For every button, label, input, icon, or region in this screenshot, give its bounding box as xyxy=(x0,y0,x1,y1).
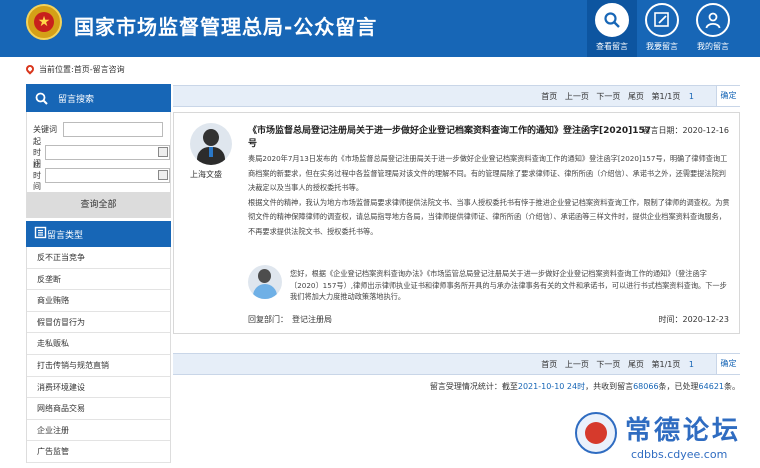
category-panel-header: 留言类型 xyxy=(26,221,171,247)
next-page-link[interactable]: 下一页 xyxy=(596,92,620,101)
stats-suffix: 条。 xyxy=(724,382,740,391)
view-messages-button[interactable]: 查看留言 xyxy=(587,0,637,57)
stats-received-count: 68066 xyxy=(633,382,659,391)
stats-processed-count: 64621 xyxy=(698,382,724,391)
keyword-input[interactable] xyxy=(63,122,163,137)
site-header: ★ 国家市场监督管理总局-公众留言 查看留言 我要留言 我的留言 xyxy=(0,0,760,57)
national-emblem-logo: ★ xyxy=(26,4,62,40)
keyword-label: 关键词 xyxy=(33,125,57,134)
end-date-label: 止时间 xyxy=(33,160,41,191)
category-item[interactable]: 消费环境建设 xyxy=(27,377,170,399)
pager-bar-top: 首页 上一页 下一页 尾页 第1/1页 1 确定 xyxy=(173,85,740,107)
next-page-link[interactable]: 下一页 xyxy=(596,360,620,369)
avatar xyxy=(190,123,232,165)
search-panel-title: 留言搜索 xyxy=(58,94,95,105)
search-panel-header: 留言搜索 xyxy=(26,84,171,112)
reply-time: 时间：2020-12-23 xyxy=(658,315,730,324)
message-body: 奏局2020年7月13日发布的《市场监督总局登记注册局关于进一步做好企业登记档案… xyxy=(248,152,732,239)
statistics-line: 留言受理情况统计：截至2021-10-10 24时，共收到留言68066条，已处… xyxy=(430,381,740,392)
breadcrumb-text[interactable]: 当前位置:首页-留言咨询 xyxy=(39,65,125,74)
category-item[interactable]: 走私贩私 xyxy=(27,333,170,355)
sidebar: 留言搜索 关键词 起时间 止时间 查询全部 留言类型 反不正当竞争 反垄断 商业… xyxy=(26,84,171,463)
my-messages-label: 我的留言 xyxy=(697,42,729,51)
reply-avatar xyxy=(248,265,282,299)
category-item[interactable]: 假冒仿冒行为 xyxy=(27,312,170,334)
message-card: 上海文盛 《市场监督总局登记注册局关于进一步做好企业登记档案资料查询工作的通知》… xyxy=(173,112,740,334)
category-item[interactable]: 反不正当竞争 xyxy=(27,247,170,269)
first-page-link[interactable]: 首页 xyxy=(541,92,557,101)
my-messages-button[interactable]: 我的留言 xyxy=(688,0,738,57)
list-icon xyxy=(34,226,47,242)
page-number-input[interactable]: 1 xyxy=(689,92,694,101)
search-form: 关键词 起时间 止时间 xyxy=(26,112,171,192)
watermark-text: 常德论坛 xyxy=(625,416,742,446)
calendar-icon[interactable] xyxy=(158,147,168,157)
calendar-icon[interactable] xyxy=(158,170,168,180)
pager-bar-bottom: 首页 上一页 下一页 尾页 第1/1页 1 确定 xyxy=(173,353,740,375)
category-list: 反不正当竞争 反垄断 商业贿赂 假冒仿冒行为 走私贩私 打击传销与规范直销 消费… xyxy=(26,247,171,463)
prev-page-link[interactable]: 上一页 xyxy=(565,360,589,369)
confirm-button[interactable]: 确定 xyxy=(716,354,740,374)
watermark: 常德论坛 cdbbs.cdyee.com xyxy=(575,406,760,468)
category-item[interactable]: 反垄断 xyxy=(27,269,170,291)
page-number-input[interactable]: 1 xyxy=(689,360,694,369)
leave-message-button[interactable]: 我要留言 xyxy=(637,0,687,57)
first-page-link[interactable]: 首页 xyxy=(541,360,557,369)
category-item[interactable]: 企业注册 xyxy=(27,420,170,442)
view-messages-label: 查看留言 xyxy=(596,42,628,51)
category-item[interactable]: 打击传销与规范直销 xyxy=(27,355,170,377)
edit-icon xyxy=(645,3,679,37)
forum-seal-logo xyxy=(575,412,617,454)
page-info: 第1/1页 xyxy=(651,360,681,369)
location-pin-icon xyxy=(24,63,36,75)
message-paragraph: 奏局2020年7月13日发布的《市场监督总局登记注册局关于进一步做好企业登记档案… xyxy=(248,154,728,192)
last-page-link[interactable]: 尾页 xyxy=(628,92,644,101)
prev-page-link[interactable]: 上一页 xyxy=(565,92,589,101)
search-icon xyxy=(595,3,629,37)
confirm-button[interactable]: 确定 xyxy=(716,86,740,106)
user-icon xyxy=(696,3,730,37)
page-info: 第1/1页 xyxy=(651,92,681,101)
reply-department-value: 登记注册局 xyxy=(292,315,332,324)
breadcrumb: 当前位置:首页-留言咨询 xyxy=(24,63,125,78)
category-item[interactable]: 广告监管 xyxy=(27,441,170,463)
pager: 首页 上一页 下一页 尾页 第1/1页 1 xyxy=(536,91,694,102)
category-item[interactable]: 网络商品交易 xyxy=(27,398,170,420)
stats-mid: 条，已处理 xyxy=(658,382,699,391)
reply-department-label: 回复部门： xyxy=(248,315,288,324)
reply-text: 您好，根据《企业登记档案资料查询办法》《市场监管总局登记注册局关于进一步做好企业… xyxy=(290,269,727,301)
category-panel-title: 留言类型 xyxy=(47,230,84,241)
end-date-input[interactable] xyxy=(45,168,170,183)
pager: 首页 上一页 下一页 尾页 第1/1页 1 xyxy=(536,359,694,370)
leave-message-label: 我要留言 xyxy=(646,42,678,51)
stats-mid: ，共收到留言 xyxy=(585,382,634,391)
message-date: 留言日期：2020-12-16 xyxy=(642,126,730,135)
category-item[interactable]: 商业贿赂 xyxy=(27,290,170,312)
query-all-button[interactable]: 查询全部 xyxy=(26,192,171,218)
stats-prefix: 留言受理情况统计：截至 xyxy=(429,382,518,391)
site-title: 国家市场监督管理总局-公众留言 xyxy=(74,15,378,39)
watermark-url: cdbbs.cdyee.com xyxy=(631,448,728,461)
search-icon xyxy=(34,91,48,105)
stats-date: 2021-10-10 24时 xyxy=(517,382,586,391)
message-author: 上海文盛 xyxy=(190,170,222,179)
message-title[interactable]: 《市场监督总局登记注册局关于进一步做好企业登记档案资料查询工作的通知》登注函字[… xyxy=(248,125,658,151)
start-date-input[interactable] xyxy=(45,145,170,160)
message-paragraph: 根据文件的精神，我认为地方市场监督局要求律师提供法院文书、当事人授权委托书有悖于… xyxy=(248,197,730,236)
last-page-link[interactable]: 尾页 xyxy=(628,360,644,369)
reply-department: 回复部门： 登记注册局 xyxy=(248,314,332,325)
